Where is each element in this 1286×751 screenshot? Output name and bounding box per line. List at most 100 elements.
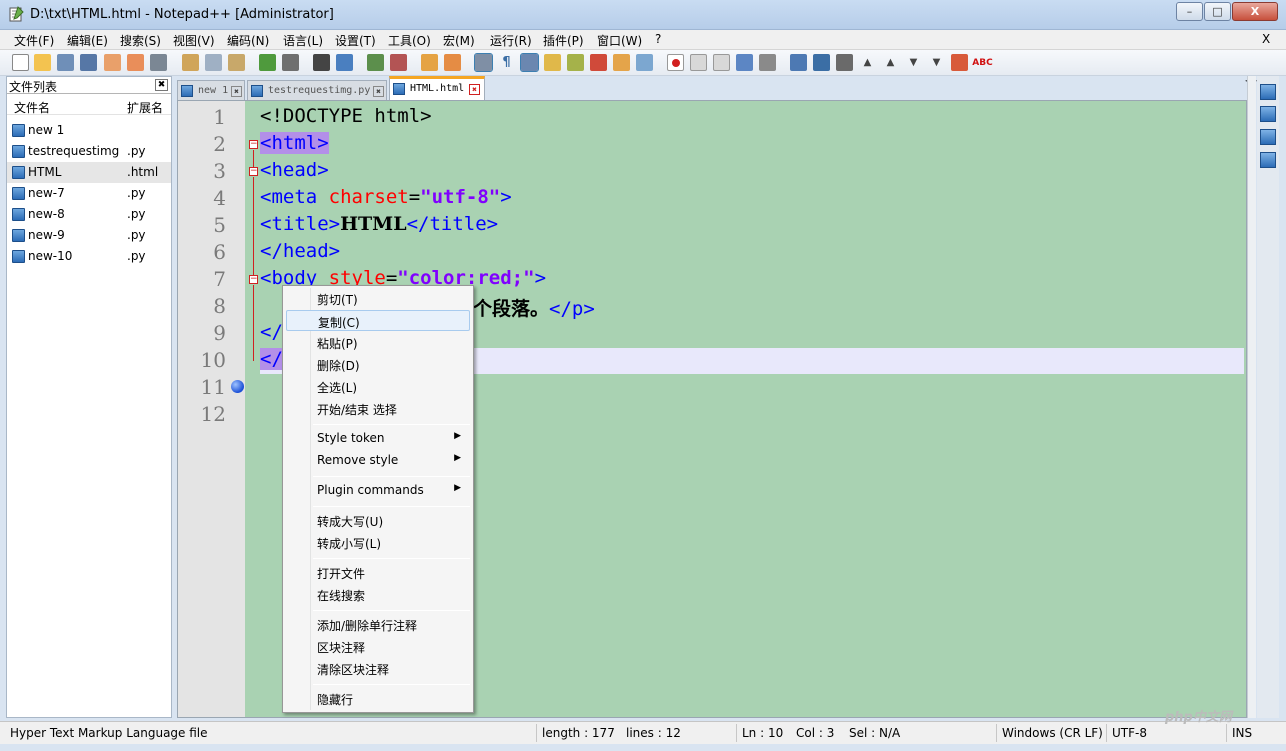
new-file-icon[interactable] — [12, 54, 29, 71]
file-row[interactable]: new-9 .py — [7, 225, 171, 246]
down-icon[interactable]: ▼ — [905, 54, 922, 71]
panel-toggle-icon[interactable] — [1260, 84, 1276, 100]
top-icon[interactable]: ▲ — [859, 54, 876, 71]
menu-item-toggle-line-comment[interactable]: 添加/删除单行注释 — [286, 614, 470, 635]
sync-vertical-icon[interactable] — [421, 54, 438, 71]
close-tab-icon[interactable]: ✖ — [231, 86, 242, 97]
show-all-characters-icon[interactable]: ¶ — [498, 54, 515, 71]
menu-item-remove-style[interactable]: Remove style ▶ — [286, 450, 470, 471]
menu-item-hide-lines[interactable]: 隐藏行 — [286, 688, 470, 709]
menu-item-plugin-commands[interactable]: Plugin commands ▶ — [286, 480, 470, 501]
stop-macro-icon[interactable] — [690, 54, 707, 71]
up-icon[interactable]: ▲ — [882, 54, 899, 71]
record-macro-icon[interactable] — [667, 54, 684, 71]
run-macro-multiple-icon[interactable] — [736, 54, 753, 71]
monitoring-icon[interactable] — [636, 54, 653, 71]
close-document-x[interactable]: X — [1262, 32, 1270, 46]
compare-icon[interactable] — [790, 54, 807, 71]
menu-item-style-token[interactable]: Style token ▶ — [286, 428, 470, 449]
panel-toggle-icon[interactable] — [1260, 106, 1276, 122]
menu-item-block-comment[interactable]: 区块注释 — [286, 636, 470, 657]
file-row[interactable]: new-7 .py — [7, 183, 171, 204]
tab-testrequestimg[interactable]: testrequestimg.py ✖ — [247, 80, 387, 100]
paste-icon[interactable] — [228, 54, 245, 71]
save-icon[interactable] — [57, 54, 74, 71]
file-row[interactable]: testrequestimg .py — [7, 141, 171, 162]
menu-run[interactable]: 运行(R) — [490, 32, 532, 49]
status-insert-mode[interactable]: INS — [1232, 726, 1252, 740]
status-eol[interactable]: Windows (CR LF) — [1002, 726, 1103, 740]
menu-item-delete[interactable]: 删除(D) — [286, 354, 470, 375]
folder-as-workspace-icon[interactable] — [613, 54, 630, 71]
menu-item-uppercase[interactable]: 转成大写(U) — [286, 510, 470, 531]
cut-icon[interactable] — [182, 54, 199, 71]
redo-icon[interactable] — [282, 54, 299, 71]
minimize-button[interactable]: – — [1176, 2, 1203, 21]
menu-edit[interactable]: 编辑(E) — [67, 32, 108, 49]
menu-tools[interactable]: 工具(O) — [388, 32, 431, 49]
menu-language[interactable]: 语言(L) — [283, 32, 323, 49]
file-row[interactable]: new-10 .py — [7, 246, 171, 267]
open-file-icon[interactable] — [34, 54, 51, 71]
close-tab-icon[interactable]: ✖ — [373, 86, 384, 97]
undo-icon[interactable] — [259, 54, 276, 71]
zoom-out-icon[interactable] — [390, 54, 407, 71]
tab-html-active[interactable]: HTML.html ✖ — [389, 76, 485, 100]
menu-settings[interactable]: 设置(T) — [335, 32, 376, 49]
html-tag-icon[interactable] — [951, 54, 968, 71]
column-header-ext[interactable]: 扩展名 — [127, 99, 163, 116]
close-window-button[interactable]: X — [1232, 2, 1278, 21]
close-all-icon[interactable] — [127, 54, 144, 71]
menu-help[interactable]: ? — [655, 32, 661, 46]
replace-icon[interactable] — [336, 54, 353, 71]
tab-list-icon[interactable] — [813, 54, 830, 71]
menu-item-search-online[interactable]: 在线搜索 — [286, 584, 470, 605]
column-header-name[interactable]: 文件名 — [14, 99, 50, 116]
function-list-icon[interactable] — [590, 54, 607, 71]
fold-collapse-icon[interactable]: − — [249, 275, 258, 284]
doc-map-icon[interactable] — [567, 54, 584, 71]
menu-encoding[interactable]: 编码(N) — [227, 32, 269, 49]
menu-item-copy[interactable]: 复制(C) — [286, 310, 470, 331]
print-icon[interactable] — [150, 54, 167, 71]
vertical-scrollbar[interactable] — [1247, 76, 1256, 718]
menu-search[interactable]: 搜索(S) — [120, 32, 161, 49]
menu-item-begin-end-select[interactable]: 开始/结束 选择 — [286, 398, 470, 419]
panel-toggle-icon[interactable] — [1260, 129, 1276, 145]
close-tab-icon[interactable]: ✖ — [469, 84, 480, 95]
menu-item-cut[interactable]: 剪切(T) — [286, 288, 470, 309]
tab-new-1[interactable]: new 1 ✖ — [177, 80, 245, 100]
maximize-button[interactable]: □ — [1204, 2, 1231, 21]
indent-guide-icon[interactable] — [520, 53, 539, 72]
menu-plugins[interactable]: 插件(P) — [543, 32, 584, 49]
close-panel-icon[interactable]: ✖ — [155, 79, 168, 91]
bookmark-icon[interactable] — [231, 380, 244, 393]
menu-window[interactable]: 窗口(W) — [597, 32, 642, 49]
menu-item-paste[interactable]: 粘贴(P) — [286, 332, 470, 353]
menu-item-lowercase[interactable]: 转成小写(L) — [286, 532, 470, 553]
save-all-icon[interactable] — [80, 54, 97, 71]
menu-macro[interactable]: 宏(M) — [443, 32, 475, 49]
menu-item-select-all[interactable]: 全选(L) — [286, 376, 470, 397]
close-file-icon[interactable] — [104, 54, 121, 71]
file-row[interactable]: new 1 — [7, 120, 171, 141]
file-row[interactable]: new-8 .py — [7, 204, 171, 225]
menu-item-open-file[interactable]: 打开文件 — [286, 562, 470, 583]
udl-icon[interactable] — [544, 54, 561, 71]
word-wrap-icon[interactable] — [474, 53, 493, 72]
fold-collapse-icon[interactable]: − — [249, 140, 258, 149]
copy-icon[interactable] — [205, 54, 222, 71]
panel-toggle-icon[interactable] — [1260, 152, 1276, 168]
zoom-in-icon[interactable] — [367, 54, 384, 71]
menu-view[interactable]: 视图(V) — [173, 32, 215, 49]
save-macro-icon[interactable] — [759, 54, 776, 71]
sync-horizontal-icon[interactable] — [444, 54, 461, 71]
status-encoding[interactable]: UTF-8 — [1112, 726, 1147, 740]
find-icon[interactable] — [313, 54, 330, 71]
document-list-icon[interactable] — [836, 54, 853, 71]
spellcheck-icon[interactable]: ABC — [972, 54, 992, 71]
file-row-selected[interactable]: HTML .html — [7, 162, 171, 183]
fold-collapse-icon[interactable]: − — [249, 167, 258, 176]
bottom-icon[interactable]: ▼ — [928, 54, 945, 71]
menu-item-block-uncomment[interactable]: 清除区块注释 — [286, 658, 470, 679]
